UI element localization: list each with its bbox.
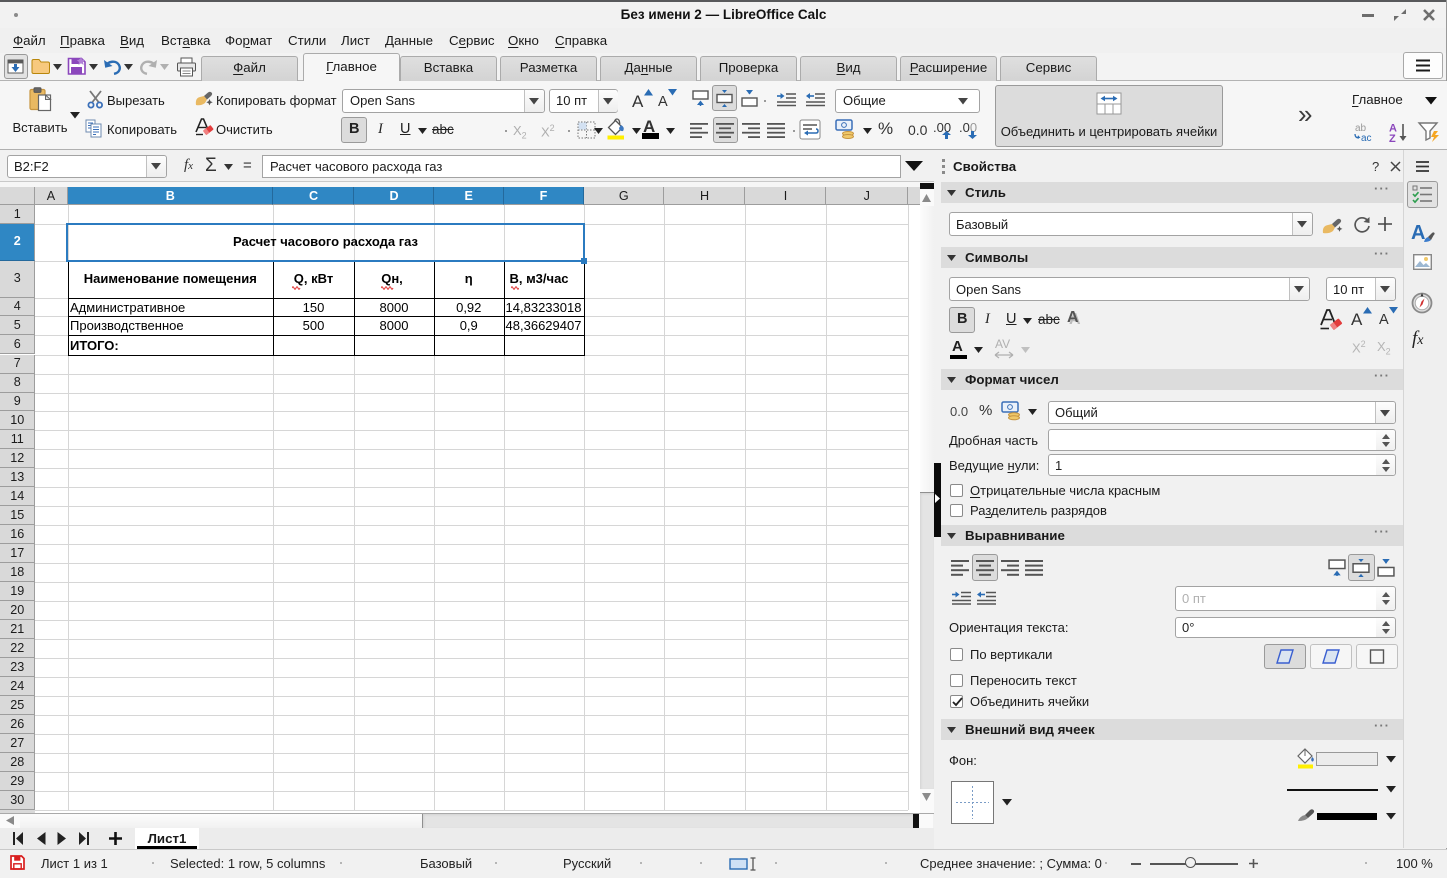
svg-text:ac: ac	[1361, 133, 1372, 143]
svg-text:Z: Z	[1389, 133, 1396, 143]
